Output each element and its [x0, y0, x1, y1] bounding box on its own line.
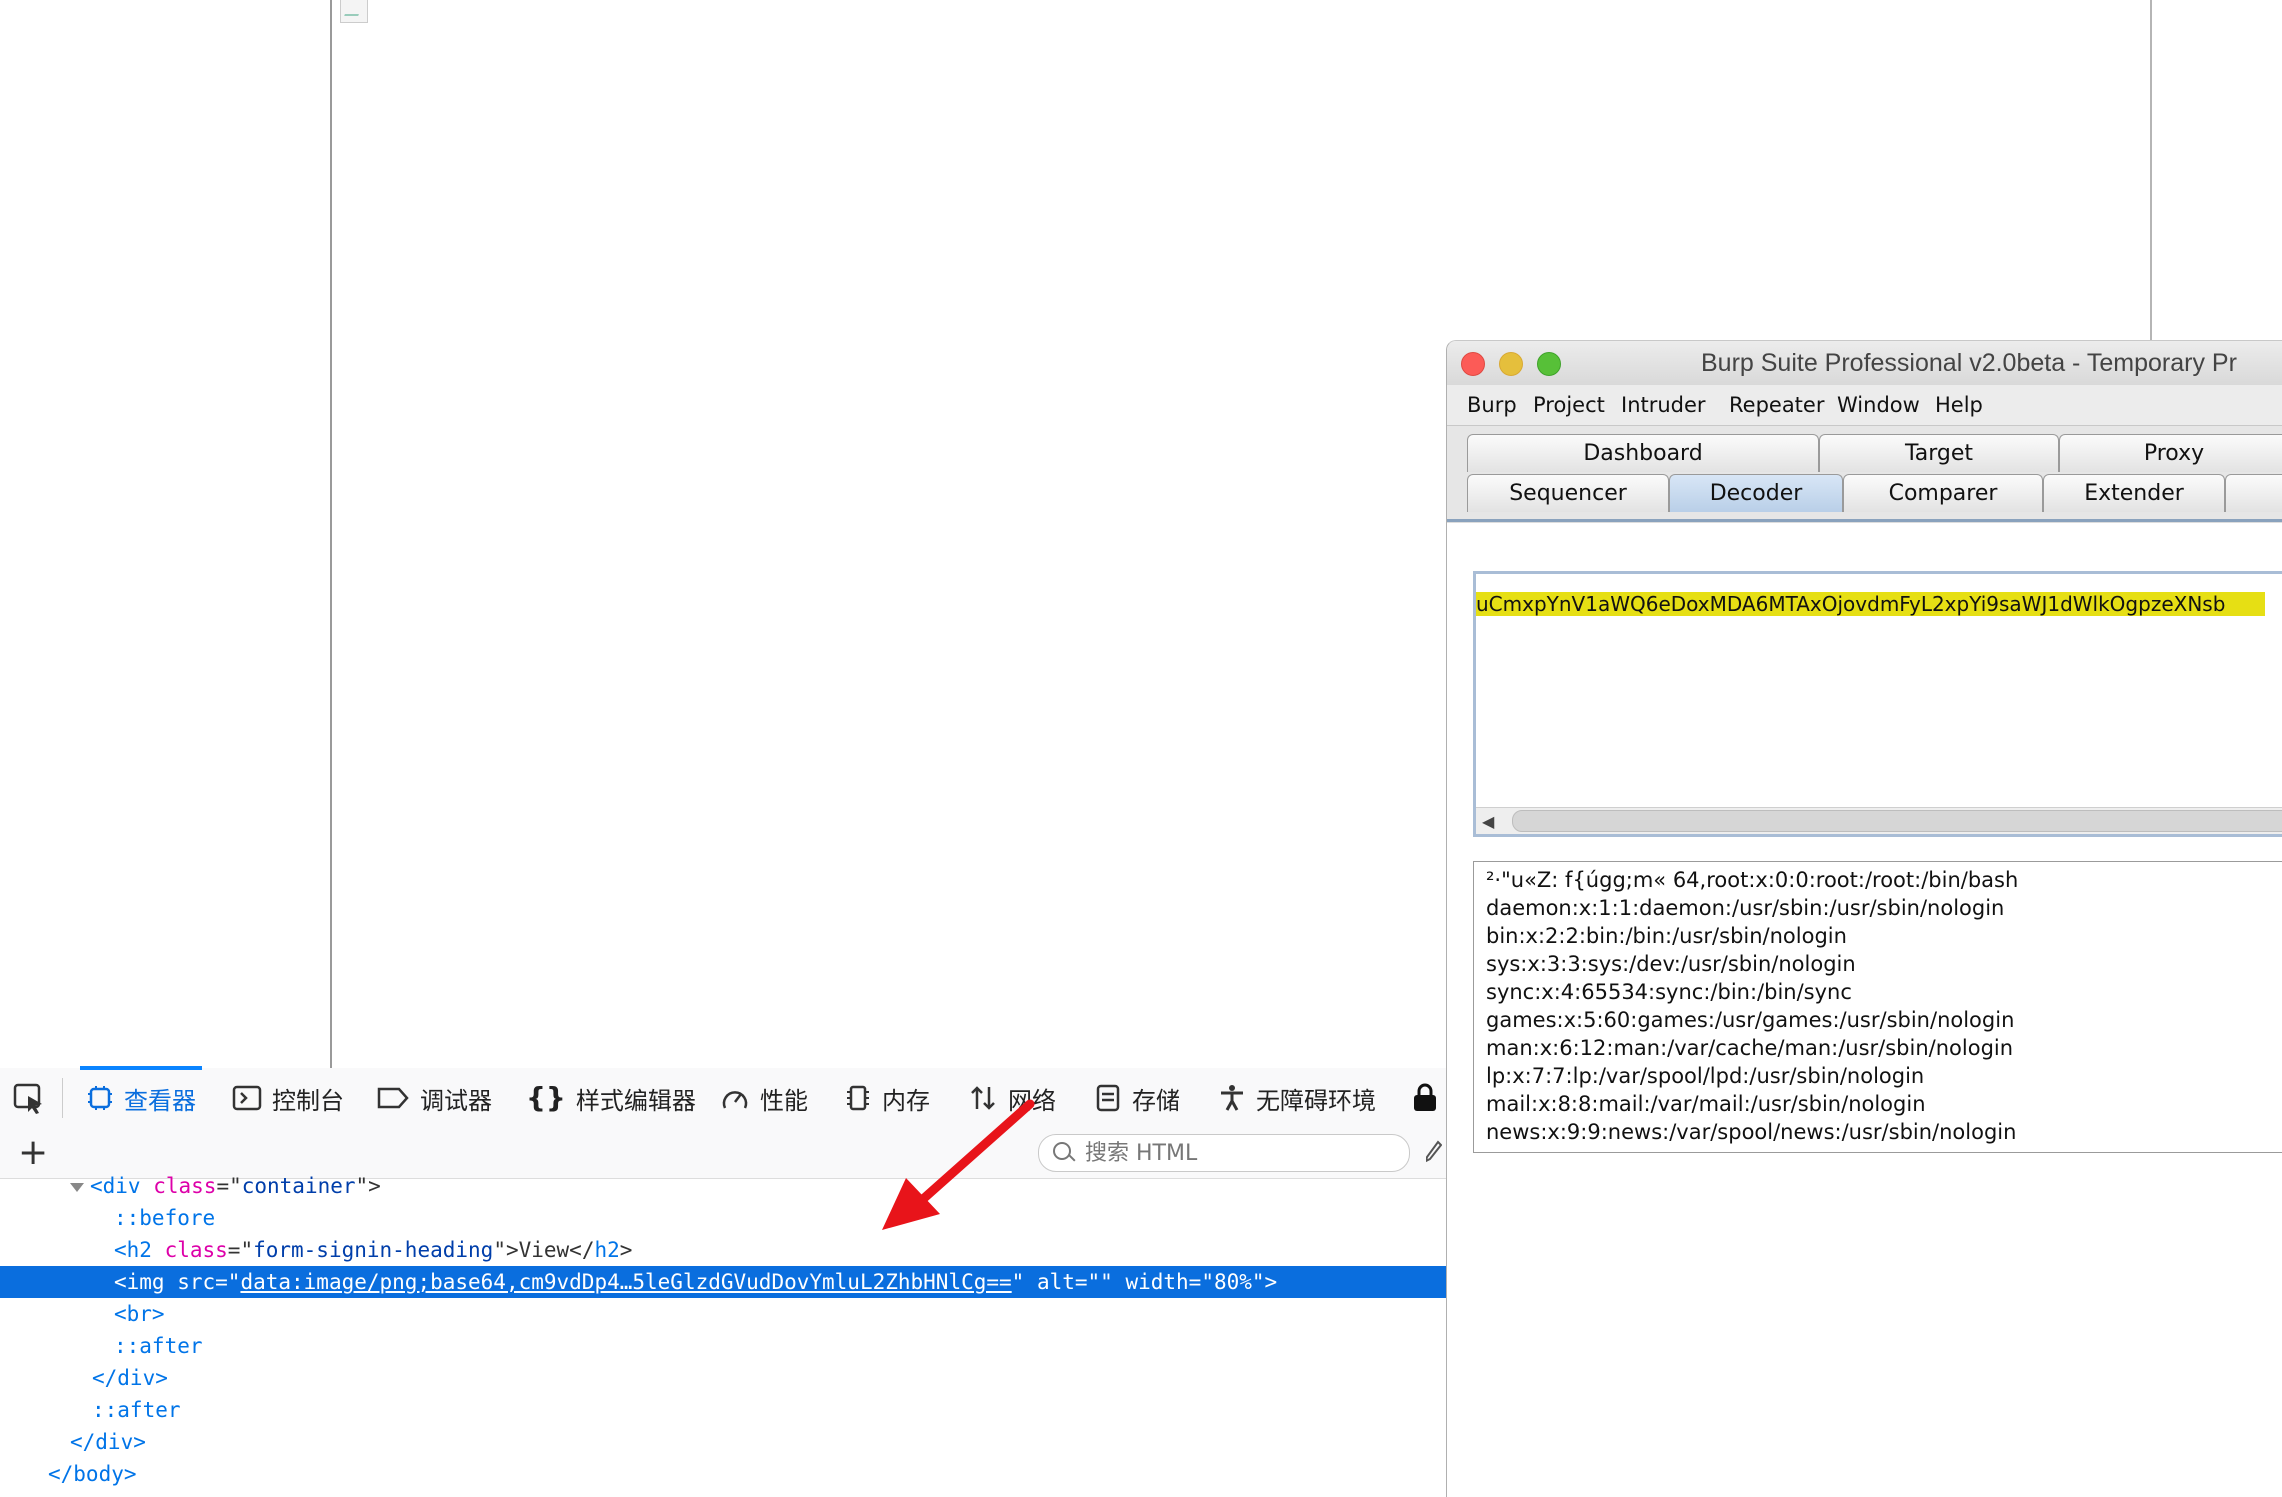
menu-project[interactable]: Project: [1533, 393, 1605, 417]
decoder-content: uCmxpYnV1aWQ6eDoxMDA6MTAxOjovdmFyL2xpYi9…: [1447, 522, 2282, 1497]
close-window-button[interactable]: [1461, 352, 1485, 376]
tab-console-label: 控制台: [272, 1086, 344, 1115]
lock-icon[interactable]: [1410, 1082, 1440, 1112]
tab-target[interactable]: Target: [1819, 434, 2059, 472]
output-line: sync:x:4:65534:sync:/bin:/bin/sync: [1486, 980, 1852, 1004]
tab-decoder[interactable]: Decoder: [1669, 474, 1843, 512]
tab-performance-label: 性能: [760, 1086, 808, 1115]
output-line: news:x:9:9:news:/var/spool/news:/usr/sbi…: [1486, 1120, 2017, 1144]
menu-burp[interactable]: Burp: [1467, 393, 1517, 417]
output-line: man:x:6:12:man:/var/cache/man:/usr/sbin/…: [1486, 1036, 2014, 1060]
tab-performance[interactable]: 性能: [720, 1068, 808, 1128]
tab-more[interactable]: [2225, 474, 2282, 512]
tree-node-after[interactable]: ::after: [0, 1330, 1446, 1362]
output-line: sys:x:3:3:sys:/dev:/usr/sbin/nologin: [1486, 952, 1856, 976]
expand-twisty-icon[interactable]: [70, 1182, 84, 1192]
tab-extender[interactable]: Extender: [2043, 474, 2225, 512]
tab-accessibility-label: 无障碍环境: [1256, 1086, 1376, 1115]
storage-icon: [1096, 1084, 1120, 1112]
burp-titlebar: Burp Suite Professional v2.0beta - Tempo…: [1447, 341, 2282, 386]
accessibility-icon: [1221, 1085, 1243, 1111]
add-node-icon[interactable]: +: [18, 1135, 48, 1171]
pencil-icon[interactable]: [1426, 1140, 1442, 1164]
broken-image-icon: [340, 0, 368, 23]
page-border-left: [330, 0, 332, 1068]
scrollbar-thumb[interactable]: [1512, 810, 2282, 832]
menu-window[interactable]: Window: [1837, 393, 1920, 417]
tab-comparer[interactable]: Comparer: [1843, 474, 2043, 512]
decoder-output-panel[interactable]: ²·"u«Z: f{úgg;m« 64,root:x:0:0:root:/roo…: [1473, 861, 2282, 1153]
zoom-window-button[interactable]: [1537, 352, 1561, 376]
tab-style-editor-label: 样式编辑器: [575, 1086, 696, 1115]
tab-storage[interactable]: 存储: [1094, 1068, 1180, 1128]
scroll-left-arrow-icon[interactable]: ◀: [1482, 812, 1494, 831]
style-editor-icon: {}: [526, 1081, 566, 1114]
tab-accessibility[interactable]: 无障碍环境: [1218, 1068, 1376, 1128]
markup-tree: <div class="container"> ::before <h2 cla…: [0, 1174, 1446, 1496]
page-border-right: [2150, 0, 2152, 340]
horizontal-scrollbar[interactable]: ◀: [1476, 807, 2282, 834]
search-html-box[interactable]: [1038, 1134, 1410, 1172]
element-picker-icon[interactable]: [12, 1082, 46, 1116]
tab-console[interactable]: 控制台: [232, 1068, 344, 1128]
toolbar-separator: [62, 1078, 63, 1118]
burp-menubar: Burp Project Intruder Repeater Window He…: [1447, 385, 2282, 426]
search-icon: [1053, 1142, 1071, 1160]
menu-repeater[interactable]: Repeater: [1729, 393, 1824, 417]
tree-node-div-container[interactable]: <div class="container">: [0, 1170, 1446, 1202]
tab-style-editor[interactable]: {} 样式编辑器: [526, 1068, 696, 1128]
tree-node-div-close-outer[interactable]: </div>: [0, 1426, 1446, 1458]
devtools-toolbar: 查看器 控制台 调试器 {} 样式编辑器 性能 内存 网络 存储: [0, 1066, 1446, 1129]
decoder-input-panel[interactable]: uCmxpYnV1aWQ6eDoxMDA6MTAxOjovdmFyL2xpYi9…: [1473, 571, 2282, 837]
menu-help[interactable]: Help: [1935, 393, 1983, 417]
search-html-input[interactable]: [1083, 1139, 1387, 1167]
tree-node-after-outer[interactable]: ::after: [0, 1394, 1446, 1426]
tab-proxy[interactable]: Proxy: [2059, 434, 2282, 472]
tree-node-body-close[interactable]: </body>: [0, 1458, 1446, 1490]
tab-sequencer[interactable]: Sequencer: [1467, 474, 1669, 512]
memory-icon: [847, 1085, 869, 1111]
output-line: bin:x:2:2:bin:/bin:/usr/sbin/nologin: [1486, 924, 1847, 948]
tab-storage-label: 存储: [1132, 1086, 1180, 1115]
burp-window: Burp Suite Professional v2.0beta - Tempo…: [1446, 340, 2282, 1497]
tree-node-before[interactable]: ::before: [0, 1202, 1446, 1234]
performance-icon: [722, 1091, 748, 1109]
minimize-window-button[interactable]: [1499, 352, 1523, 376]
console-icon: [232, 1085, 262, 1111]
window-title: Burp Suite Professional v2.0beta - Tempo…: [1701, 349, 2237, 377]
output-line: lp:x:7:7:lp:/var/spool/lpd:/usr/sbin/nol…: [1486, 1064, 1925, 1088]
tree-node-div-close[interactable]: </div>: [0, 1362, 1446, 1394]
decoder-input-text[interactable]: uCmxpYnV1aWQ6eDoxMDA6MTAxOjovdmFyL2xpYi9…: [1476, 592, 2266, 616]
tab-debugger-label: 调试器: [420, 1086, 492, 1115]
tab-dashboard[interactable]: Dashboard: [1467, 434, 1819, 472]
devtools-panel: 查看器 控制台 调试器 {} 样式编辑器 性能 内存 网络 存储: [0, 1066, 1446, 1496]
output-line: ²·"u«Z: f{úgg;m« 64,root:x:0:0:root:/roo…: [1486, 868, 2019, 892]
tree-node-img-selected[interactable]: <img src="data:image/png;base64,cm9vdDp4…: [0, 1266, 1446, 1298]
burp-tab-bar: Dashboard Target Proxy Sequencer Decoder…: [1447, 426, 2282, 522]
output-line: mail:x:8:8:mail:/var/mail:/usr/sbin/nolo…: [1486, 1092, 1926, 1116]
menu-intruder[interactable]: Intruder: [1621, 393, 1706, 417]
debugger-icon: [377, 1087, 409, 1109]
output-line: daemon:x:1:1:daemon:/usr/sbin:/usr/sbin/…: [1486, 896, 2005, 920]
red-annotation-arrow: [882, 1099, 1035, 1230]
tab-debugger[interactable]: 调试器: [376, 1068, 492, 1128]
tree-node-h2[interactable]: <h2 class="form-signin-heading">View</h2…: [0, 1234, 1446, 1266]
inspector-icon: [88, 1086, 112, 1110]
tree-node-br[interactable]: <br>: [0, 1298, 1446, 1330]
output-line: games:x:5:60:games:/usr/games:/usr/sbin/…: [1486, 1008, 2015, 1032]
img-src-link[interactable]: data:image/png;base64,cm9vdDp4…5leGlzdGV…: [240, 1270, 1011, 1294]
tab-inspector[interactable]: 查看器: [80, 1066, 202, 1128]
tab-inspector-label: 查看器: [124, 1086, 196, 1115]
